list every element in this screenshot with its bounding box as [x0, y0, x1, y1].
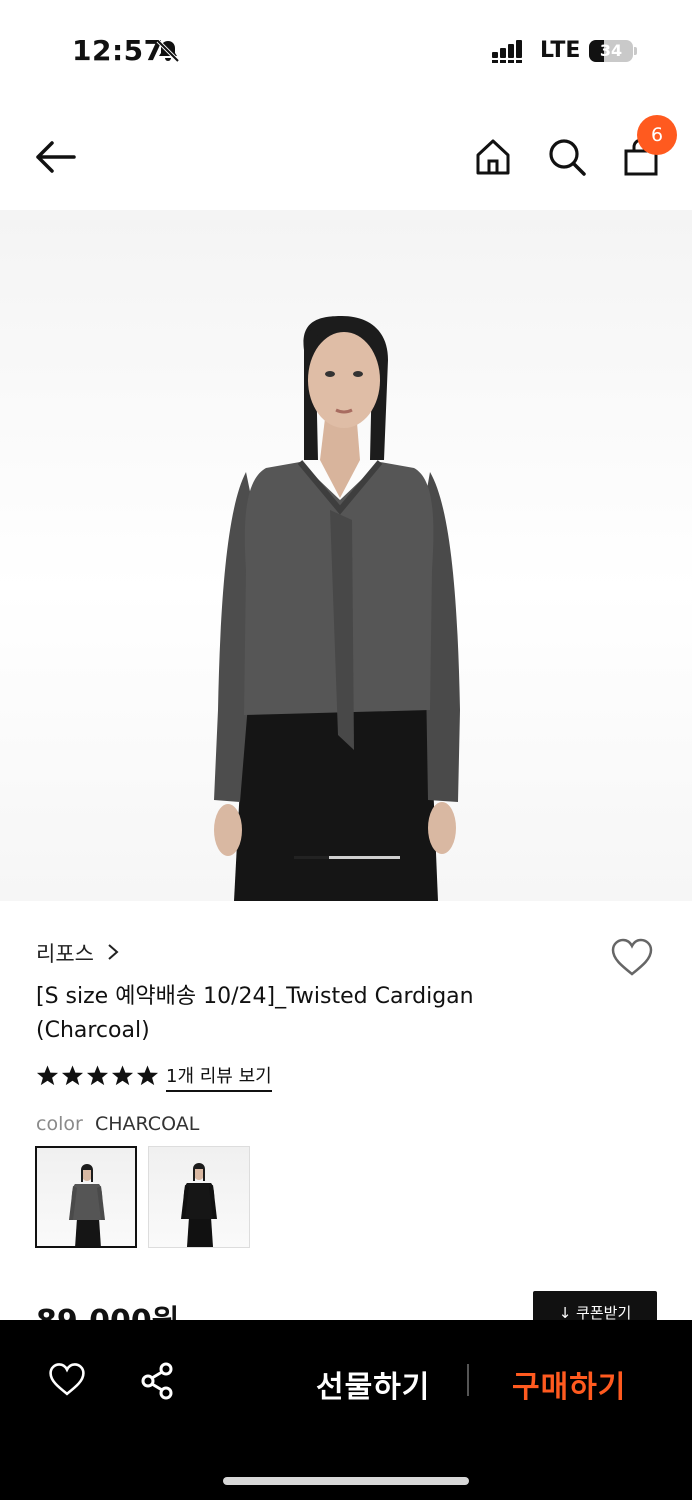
carousel-indicator-active [294, 856, 330, 859]
battery-icon: 34 [589, 40, 633, 62]
share-icon[interactable] [140, 1362, 176, 1400]
network-label: LTE [540, 38, 581, 63]
status-bar: 12:57 LTE 34 [0, 0, 692, 100]
wishlist-heart-icon[interactable] [610, 938, 654, 978]
product-photo [214, 316, 460, 901]
battery-percent: 34 [599, 41, 623, 60]
star-icon [136, 1065, 159, 1086]
rating-stars [36, 1064, 159, 1090]
cart-count-badge: 6 [637, 115, 677, 155]
star-icon [111, 1065, 134, 1086]
review-link[interactable]: 1개 리뷰 보기 [166, 1062, 272, 1092]
swatch-thumbnail [181, 1163, 217, 1247]
signal-icon [492, 40, 522, 63]
home-indicator[interactable] [223, 1477, 469, 1485]
buy-button[interactable]: 구매하기 [512, 1362, 626, 1406]
swatch-thumbnail [69, 1164, 105, 1246]
star-icon [36, 1065, 59, 1086]
color-swatch-black[interactable] [148, 1146, 250, 1248]
wishlist-heart-icon-bottom[interactable] [48, 1362, 86, 1398]
star-icon [86, 1065, 109, 1086]
carousel-indicator [294, 856, 400, 859]
color-value: CHARCOAL [95, 1113, 200, 1135]
bottom-bar-divider [467, 1364, 469, 1396]
color-label: color [36, 1113, 83, 1135]
product-image-carousel[interactable] [0, 210, 692, 901]
search-icon[interactable] [546, 136, 588, 178]
brand-link[interactable]: 리포스 [36, 938, 94, 968]
status-time: 12:57 [72, 34, 164, 67]
battery-tip [634, 47, 637, 55]
gift-button[interactable]: 선물하기 [316, 1362, 430, 1406]
product-title: [S size 예약배송 10/24]_Twisted Cardigan (Ch… [36, 984, 474, 1043]
home-icon[interactable] [474, 137, 512, 177]
star-icon [61, 1065, 84, 1086]
color-swatch-charcoal[interactable] [35, 1146, 137, 1248]
chevron-right-icon[interactable] [106, 942, 120, 962]
bottom-action-bar [0, 1320, 692, 1500]
back-arrow-icon[interactable] [34, 137, 78, 177]
top-navigation [0, 110, 692, 205]
bell-muted-icon [156, 39, 180, 63]
